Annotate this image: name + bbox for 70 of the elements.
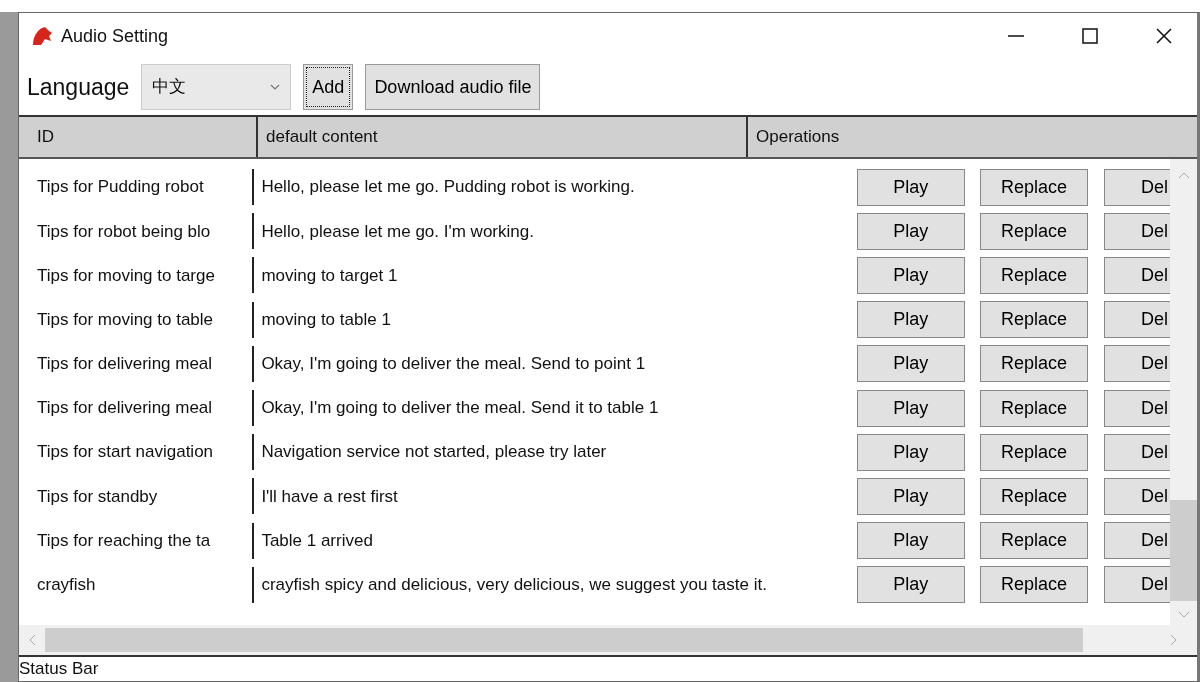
table-cell: Tips for Pudding robot xyxy=(37,177,204,197)
scroll-down-icon[interactable] xyxy=(1177,611,1190,619)
row-action-button[interactable]: Replace xyxy=(979,566,1089,604)
vertical-scrollbar[interactable] xyxy=(1170,159,1197,625)
row-action-button[interactable]: Replace xyxy=(979,477,1089,515)
table-cell-text: Hello, please let me go. I'm working. xyxy=(261,220,534,243)
row-action-button[interactable]: Replace xyxy=(979,389,1089,427)
row-action-button[interactable]: Del xyxy=(1104,256,1170,294)
row-action-button[interactable]: Del xyxy=(1104,301,1170,339)
column-header: ID xyxy=(37,126,54,149)
maximize-icon xyxy=(1080,26,1100,46)
table-cell-text: Navigation service not started, please try later xyxy=(261,441,607,464)
table-cell-text: crayfish spicy and delicious, very delicious, we suggest you taste it. xyxy=(261,574,767,597)
table-cell: Tips for moving to table xyxy=(37,309,214,329)
language-select[interactable]: 中文 xyxy=(141,64,292,110)
caret-icon xyxy=(270,84,281,90)
row-action-button[interactable]: Del xyxy=(1104,566,1170,604)
row-action-button[interactable]: Del xyxy=(1104,168,1170,206)
scrollbar-thumb[interactable] xyxy=(1170,500,1197,601)
row-action-button[interactable]: Replace xyxy=(979,212,1089,250)
table-cell: Tips for start navigation xyxy=(37,442,214,462)
row-action-button[interactable]: Replace xyxy=(979,345,1089,383)
row-action-button[interactable]: Replace xyxy=(979,522,1089,560)
row-action-button[interactable]: Del xyxy=(1104,212,1170,250)
row-action-button[interactable]: Replace xyxy=(979,168,1089,206)
row-action-button[interactable]: Play xyxy=(856,433,965,471)
column-header: Operations xyxy=(756,126,840,149)
table-cell-text: Okay, I'm going to deliver the meal. Send it to table 1 xyxy=(261,397,659,420)
table-cell-text: Table 1 arrived xyxy=(261,529,373,552)
row-action-button[interactable]: Play xyxy=(856,301,965,339)
table-cell-text: Okay, I'm going to deliver the meal. Send to point 1 xyxy=(261,353,646,376)
row-action-button[interactable]: Del xyxy=(1104,389,1170,427)
table-cell: Tips for robot being blo xyxy=(37,221,211,241)
minimize-icon xyxy=(1008,35,1024,37)
row-action-button[interactable]: Del xyxy=(1104,522,1170,560)
table-cell-text: moving to target 1 xyxy=(261,264,398,287)
toolbar-button[interactable]: Add xyxy=(303,64,354,110)
row-action-button[interactable]: Play xyxy=(856,256,965,294)
app-logo-icon xyxy=(31,25,53,47)
table-cell-text: Hello, please let me go. Pudding robot is working. xyxy=(261,176,635,199)
row-action-button[interactable]: Play xyxy=(856,389,965,427)
row-action-button[interactable]: Del xyxy=(1104,433,1170,471)
row-action-button[interactable]: Replace xyxy=(979,433,1089,471)
row-action-button[interactable]: Replace xyxy=(979,256,1089,294)
row-action-button[interactable]: Play xyxy=(856,522,965,560)
table-cell: Tips for reaching the ta xyxy=(37,530,211,550)
row-action-button[interactable]: Replace xyxy=(979,301,1089,339)
table-cell-text: I'll have a rest first xyxy=(261,485,398,508)
table-cell: Tips for delivering meal xyxy=(37,354,213,374)
table-cell: Tips for moving to targe xyxy=(37,265,215,285)
horizontal-scrollbar[interactable] xyxy=(19,625,1197,655)
toolbar-button[interactable]: Download audio file xyxy=(365,64,541,110)
table-cell: Tips for delivering meal xyxy=(37,398,213,418)
window-title: Audio Setting xyxy=(61,24,169,48)
row-action-button[interactable]: Play xyxy=(856,212,965,250)
row-action-button[interactable]: Del xyxy=(1104,477,1170,515)
table-cell: crayfish xyxy=(37,575,96,595)
scrollbar-thumb[interactable] xyxy=(45,628,1083,652)
table-cell-text: moving to table 1 xyxy=(261,308,391,331)
row-action-button[interactable]: Play xyxy=(856,566,965,604)
status-bar-text: Status Bar xyxy=(19,658,99,681)
row-action-button[interactable]: Play xyxy=(856,477,965,515)
row-action-button[interactable]: Play xyxy=(856,168,965,206)
column-header: default content xyxy=(266,126,378,149)
row-action-button[interactable]: Play xyxy=(856,345,965,383)
scroll-up-icon[interactable] xyxy=(1177,171,1190,179)
language-label: Language xyxy=(27,72,130,102)
table-cell: Tips for standby xyxy=(37,486,158,506)
close-icon xyxy=(1154,26,1174,46)
row-action-button[interactable]: Del xyxy=(1104,345,1170,383)
